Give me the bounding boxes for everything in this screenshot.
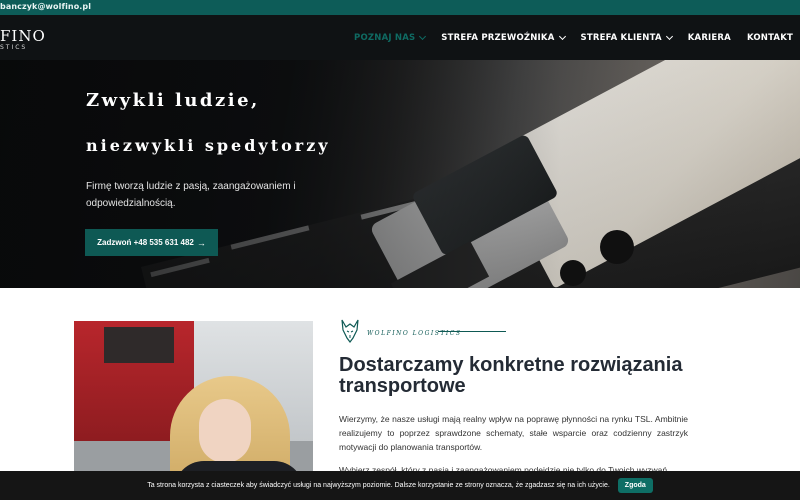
chevron-down-icon [419, 32, 427, 40]
hero-section: Zwykli ludzie, niezwykli spedytorzy Firm… [0, 60, 800, 288]
call-phone-button[interactable]: Zadzwoń +48 535 631 482 → [85, 229, 218, 256]
site-header: FINO STICS POZNAJ NAS STREFA PRZEWOŹNIKA… [0, 15, 800, 60]
wolf-logo-icon [341, 319, 359, 343]
arrow-right-icon: → [196, 237, 206, 248]
logo-subtitle: STICS [0, 44, 28, 51]
nav-item-kontakt[interactable]: KONTAKT [747, 33, 793, 43]
cookie-consent-bar: Ta strona korzysta z ciasteczek aby świa… [0, 471, 800, 500]
section-title: Dostarczamy konkretne rozwiązania transp… [339, 354, 683, 397]
cookie-accept-button[interactable]: Zgoda [617, 478, 653, 493]
hero-title-line-1: Zwykli ludzie, [86, 90, 260, 111]
nav-item-label: KONTAKT [746, 32, 793, 43]
nav-item-label: POZNAJ NAS [354, 32, 416, 43]
nav-item-strefa-klienta[interactable]: STREFA KLIENTA [580, 32, 673, 43]
call-button-label: Zadzwoń +48 535 631 482 [97, 238, 194, 247]
hero-title-line-2: niezwykli spedytorzy [86, 136, 331, 155]
nav-item-strefa-przewoznika[interactable]: STREFA PRZEWOŹNIKA [441, 32, 566, 43]
nav-item-label: STREFA KLIENTA [580, 32, 662, 43]
nav-item-label: STREFA PRZEWOŹNIKA [441, 32, 555, 43]
chevron-down-icon [558, 32, 566, 40]
nav-item-poznaj-nas[interactable]: POZNAJ NAS [354, 32, 427, 43]
chevron-down-icon [665, 32, 673, 40]
contact-email-link[interactable]: banczyk@wolfino.pl [0, 2, 91, 11]
nav-item-label: KARIERA [687, 32, 731, 43]
cookie-notice-text: Ta strona korzysta z ciasteczek aby świa… [147, 482, 610, 489]
top-contact-bar: banczyk@wolfino.pl [0, 0, 800, 15]
logo-wordmark: FINO [0, 27, 46, 45]
nav-item-kariera[interactable]: KARIERA [688, 33, 731, 43]
brand-divider [438, 331, 506, 332]
hero-description: Firmę tworzą ludzie z pasją, zaangażowan… [86, 181, 296, 209]
about-paragraph-1: Wierzymy, że nasze usługi mają realny wp… [339, 414, 688, 452]
main-nav: POZNAJ NAS STREFA PRZEWOŹNIKA STREFA KLI… [354, 15, 800, 60]
